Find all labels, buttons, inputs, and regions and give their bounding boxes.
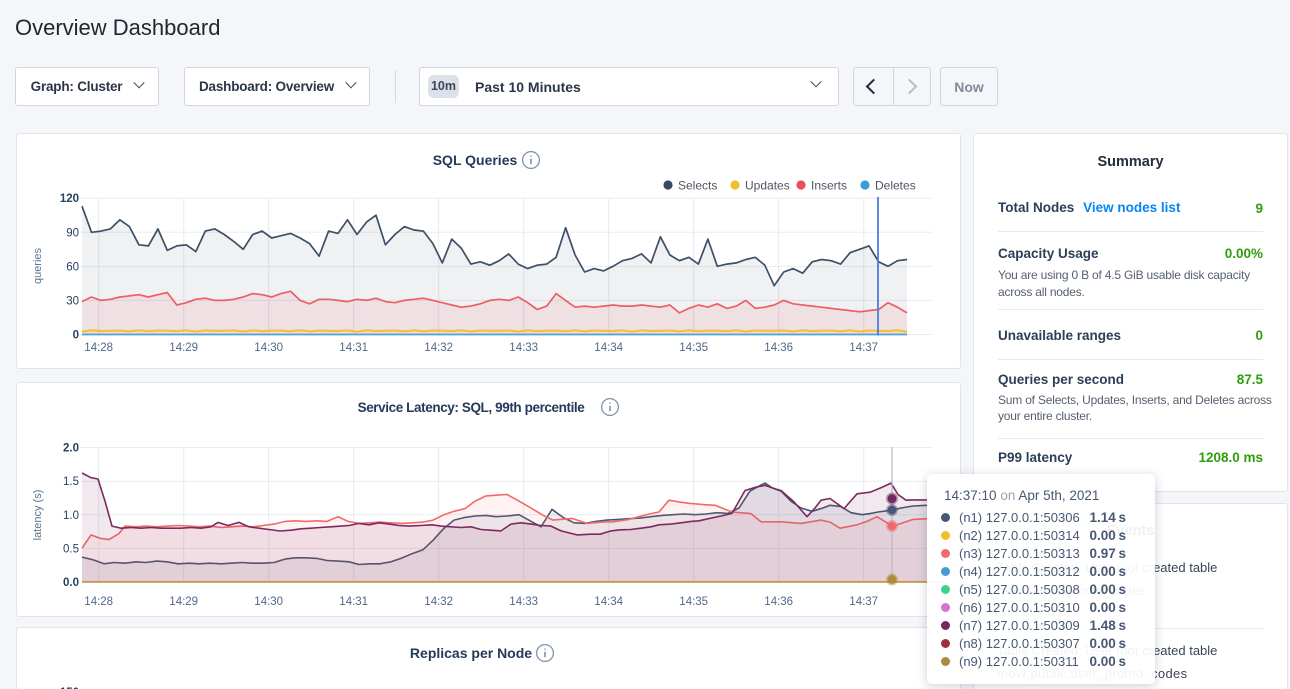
svg-text:14:37: 14:37 <box>849 342 878 354</box>
svg-text:Inserts: Inserts <box>811 179 847 193</box>
svg-text:14:35: 14:35 <box>679 596 708 608</box>
svg-text:14:28: 14:28 <box>84 342 113 354</box>
svg-text:2.0: 2.0 <box>63 443 79 455</box>
svg-text:30: 30 <box>66 295 79 307</box>
svg-text:14:35: 14:35 <box>679 342 708 354</box>
svg-text:14:30: 14:30 <box>254 596 283 608</box>
svg-text:Service Latency: SQL, 99th per: Service Latency: SQL, 99th percentile <box>358 400 586 415</box>
svg-text:14:37: 14:37 <box>849 596 878 608</box>
svg-text:14:36: 14:36 <box>764 596 793 608</box>
svg-text:120: 120 <box>60 193 79 205</box>
svg-text:0.0: 0.0 <box>63 577 79 589</box>
svg-text:14:31: 14:31 <box>339 342 368 354</box>
svg-text:latency (s): latency (s) <box>32 490 44 541</box>
svg-text:60: 60 <box>66 261 79 273</box>
svg-text:queries: queries <box>32 247 44 284</box>
svg-text:SQL Queries: SQL Queries <box>433 152 518 168</box>
svg-text:14:32: 14:32 <box>424 596 453 608</box>
svg-text:14:36: 14:36 <box>764 342 793 354</box>
svg-text:90: 90 <box>66 227 79 239</box>
svg-text:14:33: 14:33 <box>509 342 538 354</box>
svg-text:14:34: 14:34 <box>594 596 623 608</box>
svg-text:0.5: 0.5 <box>63 543 79 555</box>
svg-text:Selects: Selects <box>678 179 717 193</box>
svg-text:14:29: 14:29 <box>169 342 198 354</box>
svg-text:Deletes: Deletes <box>875 179 916 193</box>
svg-text:14:29: 14:29 <box>169 596 198 608</box>
svg-text:14:34: 14:34 <box>594 342 623 354</box>
svg-text:1.5: 1.5 <box>63 476 79 488</box>
svg-text:1.0: 1.0 <box>63 510 79 522</box>
svg-text:14:33: 14:33 <box>509 596 538 608</box>
svg-text:14:30: 14:30 <box>254 342 283 354</box>
svg-text:Updates: Updates <box>745 179 790 193</box>
svg-text:14:32: 14:32 <box>424 342 453 354</box>
svg-text:14:31: 14:31 <box>339 596 368 608</box>
svg-text:Replicas per Node: Replicas per Node <box>410 645 532 661</box>
svg-text:0: 0 <box>73 330 79 342</box>
svg-text:14:28: 14:28 <box>84 596 113 608</box>
